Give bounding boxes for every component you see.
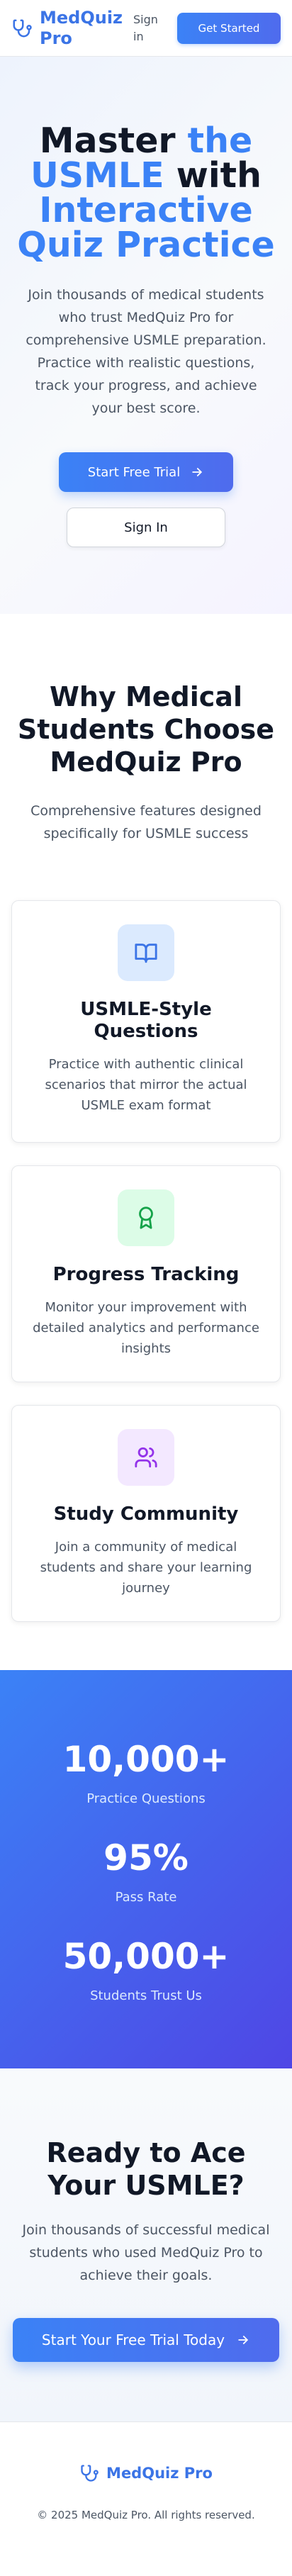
stat-item: 95% Pass Rate	[0, 1837, 292, 1907]
feature-card-progress: Progress Tracking Monitor your improveme…	[11, 1165, 281, 1382]
features-subtitle: Comprehensive features designed specific…	[30, 803, 262, 841]
stethoscope-icon	[11, 18, 33, 39]
feature-card-title: Study Community	[53, 1503, 239, 1525]
stat-label: Practice Questions	[86, 1791, 206, 1806]
feature-card-description: Join a community of medical students and…	[40, 1540, 252, 1596]
arrow-right-icon	[190, 465, 204, 479]
stat-value: 10,000+	[62, 1739, 230, 1780]
hero-section: Master the USMLE with Interactive Quiz P…	[0, 57, 292, 614]
feature-cards: USMLE-Style Questions Practice with auth…	[0, 900, 292, 1622]
stat-value: 95%	[103, 1837, 189, 1878]
cta-title: Ready to Ace Your USMLE?	[46, 2137, 246, 2201]
hero-title-word: Quiz Practice	[17, 225, 275, 265]
stat-item: 10,000+ Practice Questions	[0, 1738, 292, 1808]
feature-card-title: USMLE-Style Questions	[80, 999, 212, 1042]
feature-card-questions: USMLE-Style Questions Practice with auth…	[11, 900, 281, 1143]
brand-logo[interactable]: MedQuiz Pro	[11, 8, 133, 49]
feature-card-community: Study Community Join a community of medi…	[11, 1405, 281, 1622]
get-started-button[interactable]: Get Started	[177, 12, 281, 44]
brand-name: MedQuiz Pro	[40, 7, 123, 48]
copyright-text: © 2025 MedQuiz Pro. All rights reserved.	[37, 2509, 255, 2521]
stethoscope-icon	[79, 2463, 99, 2483]
cta-subtitle: Join thousands of successful medical stu…	[22, 2222, 270, 2283]
site-footer: MedQuiz Pro © 2025 MedQuiz Pro. All righ…	[0, 2421, 292, 2576]
arrow-right-icon	[236, 2333, 250, 2347]
sign-in-button[interactable]: Sign In	[67, 508, 225, 547]
stat-label: Students Trust Us	[90, 1988, 202, 2003]
start-trial-today-button[interactable]: Start Your Free Trial Today	[13, 2318, 279, 2362]
hero-subtitle: Join thousands of medical students who t…	[26, 287, 266, 416]
features-section: Why Medical Students Choose MedQuiz Pro …	[0, 614, 292, 1670]
start-trial-today-label: Start Your Free Trial Today	[41, 2331, 225, 2348]
feature-card-description: Monitor your improvement with detailed a…	[33, 1300, 259, 1356]
users-icon	[118, 1429, 174, 1486]
start-free-trial-button[interactable]: Start Free Trial	[59, 452, 233, 492]
feature-card-title: Progress Tracking	[52, 1264, 240, 1285]
stat-value: 50,000+	[62, 1936, 230, 1977]
site-header: MedQuiz Pro Sign in Get Started	[0, 0, 292, 57]
award-icon	[118, 1189, 174, 1246]
features-title: Why Medical Students Choose MedQuiz Pro	[17, 681, 275, 778]
book-open-icon	[118, 924, 174, 981]
footer-brand-name: MedQuiz Pro	[106, 2465, 213, 2482]
stat-label: Pass Rate	[115, 1890, 177, 1905]
start-free-trial-label: Start Free Trial	[87, 464, 181, 480]
stat-item: 50,000+ Students Trust Us	[0, 1935, 292, 2005]
stats-section: 10,000+ Practice Questions 95% Pass Rate…	[0, 1670, 292, 2068]
feature-card-description: Practice with authentic clinical scenari…	[45, 1057, 247, 1113]
hero-title: Master the USMLE with Interactive Quiz P…	[0, 123, 292, 262]
signin-link[interactable]: Sign in	[133, 11, 167, 45]
footer-brand[interactable]: MedQuiz Pro	[0, 2463, 292, 2483]
cta-section: Ready to Ace Your USMLE? Join thousands …	[0, 2068, 292, 2421]
